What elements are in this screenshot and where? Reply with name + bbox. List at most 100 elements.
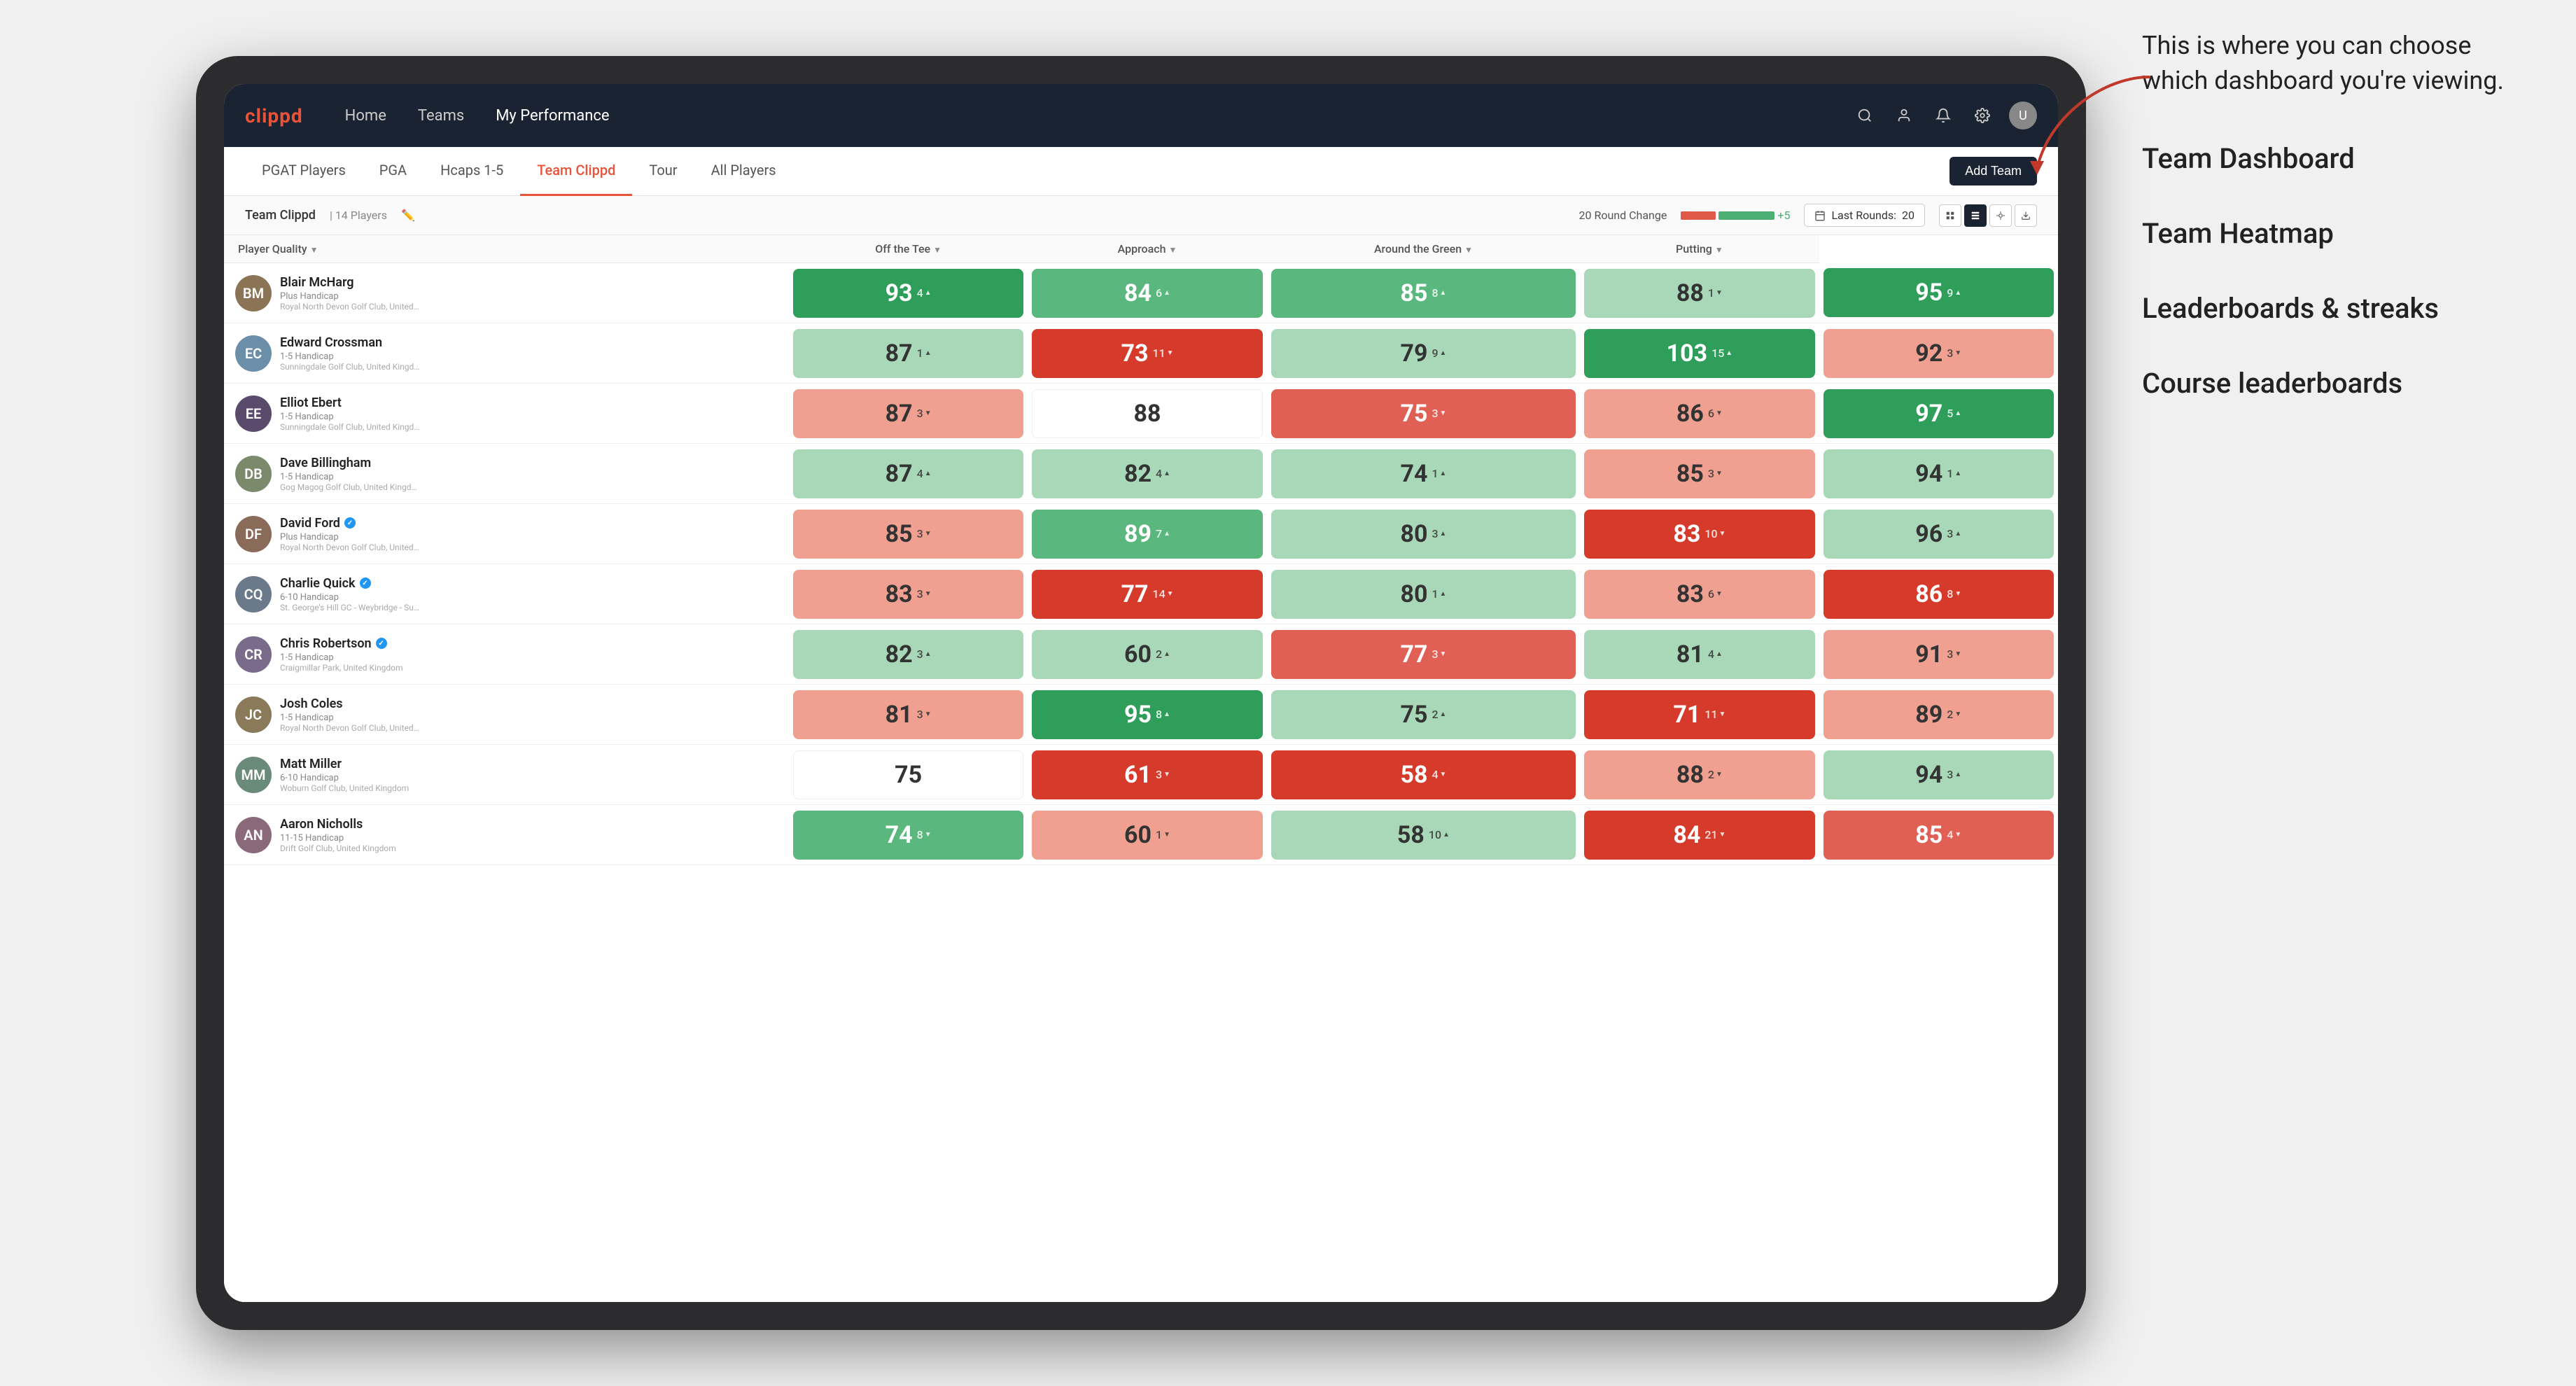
player-handicap: 1-5 Handicap (280, 713, 778, 723)
score-value: 96 (1915, 520, 1942, 548)
player-details: Josh Coles 1-5 Handicap Royal North Devo… (280, 696, 778, 733)
score-change: 3▼ (1432, 407, 1446, 420)
chart-view-button[interactable] (1989, 204, 2012, 227)
score-box: 75 2▲ (1271, 690, 1576, 739)
score-box: 84 6▲ (1032, 269, 1262, 318)
score-cell: 82 4▲ (1028, 444, 1266, 504)
score-box: 61 3▼ (1032, 750, 1262, 799)
player-handicap: 6-10 Handicap (280, 592, 778, 603)
last-rounds-button[interactable]: Last Rounds: 20 (1804, 204, 1925, 227)
tab-pga[interactable]: PGA (363, 147, 424, 196)
score-change: 10▼ (1704, 527, 1726, 540)
player-cell[interactable]: MM Matt Miller 6-10 Handicap Woburn Golf… (224, 745, 789, 805)
player-name: David Ford✓ (280, 516, 778, 531)
score-change: 4▲ (917, 467, 932, 480)
score-box: 60 1▼ (1032, 811, 1262, 860)
verified-badge: ✓ (376, 638, 387, 649)
score-change: 4▲ (1156, 467, 1170, 480)
tab-pgat-players[interactable]: PGAT Players (245, 147, 363, 196)
player-cell[interactable]: EC Edward Crossman 1-5 Handicap Sunningd… (224, 323, 789, 384)
score-value: 89 (1915, 701, 1942, 729)
score-value: 71 (1673, 701, 1700, 729)
score-box: 80 1▲ (1271, 570, 1576, 619)
player-cell[interactable]: CR Chris Robertson✓ 1-5 Handicap Craigmi… (224, 624, 789, 685)
score-value: 75 (1400, 400, 1427, 428)
tab-tour[interactable]: Tour (632, 147, 694, 196)
player-name: Charlie Quick✓ (280, 576, 778, 591)
table-row: JC Josh Coles 1-5 Handicap Royal North D… (224, 685, 2058, 745)
player-info: CR Chris Robertson✓ 1-5 Handicap Craigmi… (235, 636, 778, 673)
score-change: 1▲ (1432, 587, 1446, 601)
player-club: Drift Golf Club, United Kingdom (280, 844, 420, 853)
player-cell[interactable]: JC Josh Coles 1-5 Handicap Royal North D… (224, 685, 789, 745)
tab-all-players[interactable]: All Players (694, 147, 793, 196)
score-change: 1▲ (917, 346, 932, 360)
player-details: Chris Robertson✓ 1-5 Handicap Craigmilla… (280, 636, 778, 673)
header-off-tee[interactable]: Off the Tee ▼ (789, 235, 1028, 263)
player-info: CQ Charlie Quick✓ 6-10 Handicap St. Geor… (235, 576, 778, 612)
score-cell: 61 3▼ (1028, 745, 1266, 805)
score-box: 95 8▲ (1032, 690, 1262, 739)
player-club: Craigmillar Park, United Kingdom (280, 663, 420, 673)
score-change: 3▼ (1708, 467, 1723, 480)
player-avatar: CR (235, 636, 272, 673)
score-cell: 79 9▲ (1267, 323, 1581, 384)
player-cell[interactable]: DB Dave Billingham 1-5 Handicap Gog Mago… (224, 444, 789, 504)
score-cell: 96 3▲ (1819, 504, 2058, 564)
header-player-quality[interactable]: Player Quality ▼ (224, 235, 789, 263)
score-cell: 71 11▼ (1580, 685, 1819, 745)
grid-view-button[interactable] (1939, 204, 1961, 227)
bell-icon[interactable] (1931, 103, 1956, 128)
player-cell[interactable]: EE Elliot Ebert 1-5 Handicap Sunningdale… (224, 384, 789, 444)
player-details: Charlie Quick✓ 6-10 Handicap St. George'… (280, 576, 778, 612)
tab-team-clippd[interactable]: Team Clippd (520, 147, 632, 196)
score-cell: 92 3▼ (1819, 323, 2058, 384)
score-value: 79 (1400, 340, 1427, 368)
header-around-green[interactable]: Around the Green ▼ (1267, 235, 1581, 263)
user-icon[interactable] (1891, 103, 1917, 128)
score-box: 94 1▲ (1823, 449, 2054, 498)
player-cell[interactable]: CQ Charlie Quick✓ 6-10 Handicap St. Geor… (224, 564, 789, 624)
score-value: 103 (1667, 340, 1708, 368)
score-value: 95 (1124, 701, 1152, 729)
score-cell: 89 7▲ (1028, 504, 1266, 564)
score-value: 87 (886, 400, 913, 428)
player-cell[interactable]: DF David Ford✓ Plus Handicap Royal North… (224, 504, 789, 564)
nav-my-performance[interactable]: My Performance (482, 102, 623, 130)
download-button[interactable] (2015, 204, 2037, 227)
tab-hcaps[interactable]: Hcaps 1-5 (424, 147, 520, 196)
score-cell: 77 3▼ (1267, 624, 1581, 685)
nav-teams[interactable]: Teams (404, 102, 478, 130)
table-view-button[interactable] (1964, 204, 1987, 227)
score-box: 75 (793, 750, 1023, 799)
player-name: Blair McHarg (280, 275, 778, 290)
score-value: 84 (1124, 279, 1152, 307)
score-cell: 87 1▲ (789, 323, 1028, 384)
settings-icon[interactable] (1970, 103, 1995, 128)
score-value: 82 (886, 640, 913, 668)
edit-icon[interactable]: ✏️ (401, 209, 415, 222)
score-change: 14▼ (1152, 587, 1173, 601)
score-change: 8▲ (1432, 286, 1446, 300)
header-putting[interactable]: Putting ▼ (1580, 235, 1819, 263)
score-box: 83 3▼ (793, 570, 1023, 619)
player-cell[interactable]: BM Blair McHarg Plus Handicap Royal Nort… (224, 263, 789, 323)
player-details: Blair McHarg Plus Handicap Royal North D… (280, 275, 778, 312)
player-details: Aaron Nicholls 11-15 Handicap Drift Golf… (280, 817, 778, 853)
team-name-label: Team Clippd (245, 208, 316, 223)
player-cell[interactable]: AN Aaron Nicholls 11-15 Handicap Drift G… (224, 805, 789, 865)
player-info: AN Aaron Nicholls 11-15 Handicap Drift G… (235, 817, 778, 853)
annotation-menu: Team Dashboard Team Heatmap Leaderboards… (2142, 141, 2534, 402)
score-change: 4▲ (917, 286, 932, 300)
score-change: 3▼ (1947, 346, 1961, 360)
menu-course-leaderboards: Course leaderboards (2142, 365, 2534, 402)
search-icon[interactable] (1852, 103, 1877, 128)
player-handicap: Plus Handicap (280, 291, 778, 302)
nav-home[interactable]: Home (331, 102, 400, 130)
score-box: 87 1▲ (793, 329, 1023, 378)
score-change: 3▲ (1947, 527, 1961, 540)
score-cell: 97 5▲ (1819, 384, 2058, 444)
score-change: 7▲ (1156, 527, 1170, 540)
header-approach[interactable]: Approach ▼ (1028, 235, 1266, 263)
score-value: 80 (1400, 520, 1427, 548)
